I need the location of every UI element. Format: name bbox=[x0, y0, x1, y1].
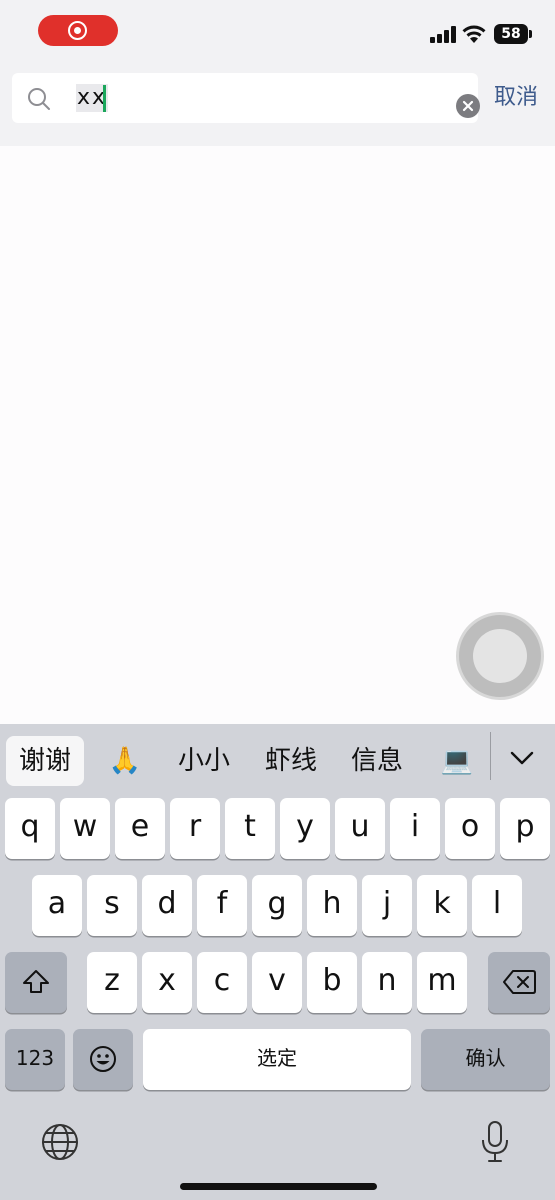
candidate-item[interactable]: 🙏 bbox=[100, 736, 150, 786]
space-key[interactable]: 选定 bbox=[143, 1029, 411, 1090]
key-b[interactable]: b bbox=[307, 952, 357, 1013]
microphone-icon[interactable] bbox=[480, 1120, 510, 1164]
key-p[interactable]: p bbox=[500, 798, 550, 859]
clear-search-icon[interactable] bbox=[456, 94, 480, 118]
key-s[interactable]: s bbox=[87, 875, 137, 936]
search-header: xx 取消 bbox=[0, 66, 555, 146]
key-k[interactable]: k bbox=[417, 875, 467, 936]
emoji-key[interactable] bbox=[73, 1029, 133, 1090]
key-q[interactable]: q bbox=[5, 798, 55, 859]
candidate-item[interactable]: 小小 bbox=[170, 736, 238, 786]
key-r[interactable]: r bbox=[170, 798, 220, 859]
key-j[interactable]: j bbox=[362, 875, 412, 936]
shift-icon bbox=[23, 970, 49, 993]
record-indicator-icon bbox=[68, 21, 87, 40]
backspace-key[interactable] bbox=[488, 952, 550, 1013]
candidate-item[interactable]: 虾线 bbox=[256, 736, 326, 786]
screen-recording-indicator[interactable] bbox=[38, 15, 118, 46]
key-x[interactable]: x bbox=[142, 952, 192, 1013]
key-g[interactable]: g bbox=[252, 875, 302, 936]
return-key[interactable]: 确认 bbox=[421, 1029, 550, 1090]
candidate-divider bbox=[490, 732, 491, 780]
cancel-button[interactable]: 取消 bbox=[494, 84, 538, 112]
numbers-key[interactable]: 123 bbox=[5, 1029, 65, 1090]
candidate-item[interactable]: 💻 bbox=[432, 736, 482, 786]
home-indicator[interactable] bbox=[180, 1183, 377, 1190]
battery-level: 58 bbox=[501, 26, 521, 42]
battery-icon: 58 bbox=[494, 24, 532, 44]
key-f[interactable]: f bbox=[197, 875, 247, 936]
assistive-touch-button[interactable] bbox=[456, 612, 544, 700]
shift-key[interactable] bbox=[5, 952, 67, 1013]
key-n[interactable]: n bbox=[362, 952, 412, 1013]
keyboard: 谢谢 🙏 小小 虾线 信息 💻 q w e r t y u i o p a s … bbox=[0, 724, 555, 1200]
key-w[interactable]: w bbox=[60, 798, 110, 859]
globe-icon[interactable] bbox=[40, 1122, 80, 1162]
search-input[interactable]: xx bbox=[12, 73, 480, 123]
key-m[interactable]: m bbox=[417, 952, 467, 1013]
key-e[interactable]: e bbox=[115, 798, 165, 859]
key-h[interactable]: h bbox=[307, 875, 357, 936]
key-u[interactable]: u bbox=[335, 798, 385, 859]
status-bar: 58 bbox=[0, 0, 555, 66]
emoji-icon bbox=[90, 1046, 116, 1072]
key-t[interactable]: t bbox=[225, 798, 275, 859]
candidate-item[interactable]: 谢谢 bbox=[6, 736, 84, 786]
candidate-bar: 谢谢 🙏 小小 虾线 信息 💻 bbox=[0, 724, 555, 794]
search-icon bbox=[28, 88, 50, 110]
key-o[interactable]: o bbox=[445, 798, 495, 859]
key-c[interactable]: c bbox=[197, 952, 247, 1013]
key-d[interactable]: d bbox=[142, 875, 192, 936]
key-i[interactable]: i bbox=[390, 798, 440, 859]
key-a[interactable]: a bbox=[32, 875, 82, 936]
key-v[interactable]: v bbox=[252, 952, 302, 1013]
key-y[interactable]: y bbox=[280, 798, 330, 859]
text-caret bbox=[103, 85, 106, 112]
key-l[interactable]: l bbox=[472, 875, 522, 936]
cellular-signal-icon bbox=[430, 26, 456, 43]
chevron-down-icon[interactable] bbox=[505, 744, 539, 772]
key-z[interactable]: z bbox=[87, 952, 137, 1013]
backspace-icon bbox=[503, 970, 536, 994]
wifi-icon bbox=[462, 25, 486, 43]
candidate-item[interactable]: 信息 bbox=[342, 736, 412, 786]
